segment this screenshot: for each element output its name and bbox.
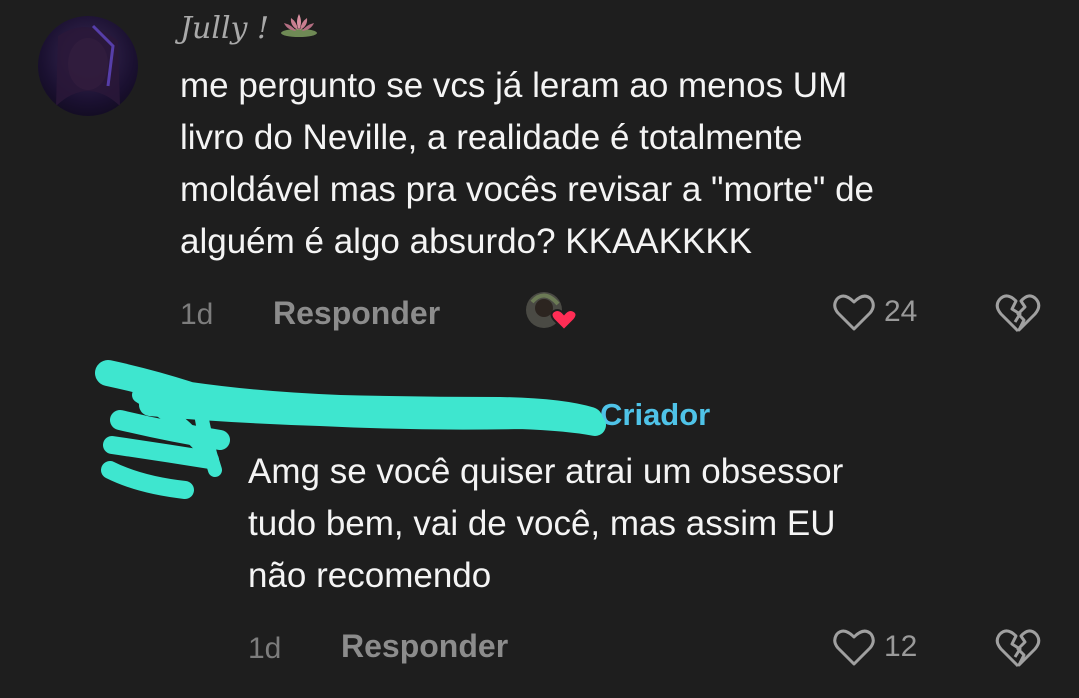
comment-line: moldável mas pra vocês revisar a "morte"…: [180, 170, 875, 209]
reply-line: não recomendo: [248, 556, 492, 595]
dislike-button[interactable]: [994, 292, 1042, 339]
heart-outline-icon: [833, 294, 875, 331]
reply-timestamp: 1d: [248, 632, 282, 665]
comment-line: me pergunto se vcs já leram ao menos UM: [180, 66, 848, 105]
commenter-avatar[interactable]: [38, 16, 138, 116]
heart-outline-icon: [833, 629, 875, 666]
reply-username-redacted: [250, 396, 590, 438]
comment-line: livro do Neville, a realidade é totalmen…: [180, 118, 803, 157]
comment-body: me pergunto se vcs já leram ao menos UM …: [180, 60, 1060, 268]
liked-by-creator-badge: [522, 290, 580, 334]
lotus-emoji-icon: [279, 10, 319, 46]
like-count: 24: [884, 295, 918, 328]
comment-timestamp: 1d: [180, 298, 214, 331]
reply-body: Amg se você quiser atrai um obsessor tud…: [248, 446, 1048, 602]
broken-heart-icon: [995, 629, 1041, 668]
like-button[interactable]: 24: [832, 292, 917, 332]
broken-heart-icon: [995, 294, 1041, 333]
commenter-username[interactable]: Jully !: [180, 10, 319, 46]
reply-like-button[interactable]: 12: [832, 627, 917, 667]
username-text: Jully !: [180, 10, 270, 46]
like-count: 12: [884, 630, 918, 663]
reply-button[interactable]: Responder: [273, 295, 440, 332]
comment-line: alguém é algo absurdo? KKAAKKKK: [180, 222, 753, 261]
reply-to-reply-button[interactable]: Responder: [341, 628, 508, 665]
reply-line: tudo bem, vai de você, mas assim EU: [248, 504, 836, 543]
creator-badge: Criador: [600, 397, 711, 432]
reply-line: Amg se você quiser atrai um obsessor: [248, 452, 844, 491]
reply-dislike-button[interactable]: [994, 627, 1042, 674]
